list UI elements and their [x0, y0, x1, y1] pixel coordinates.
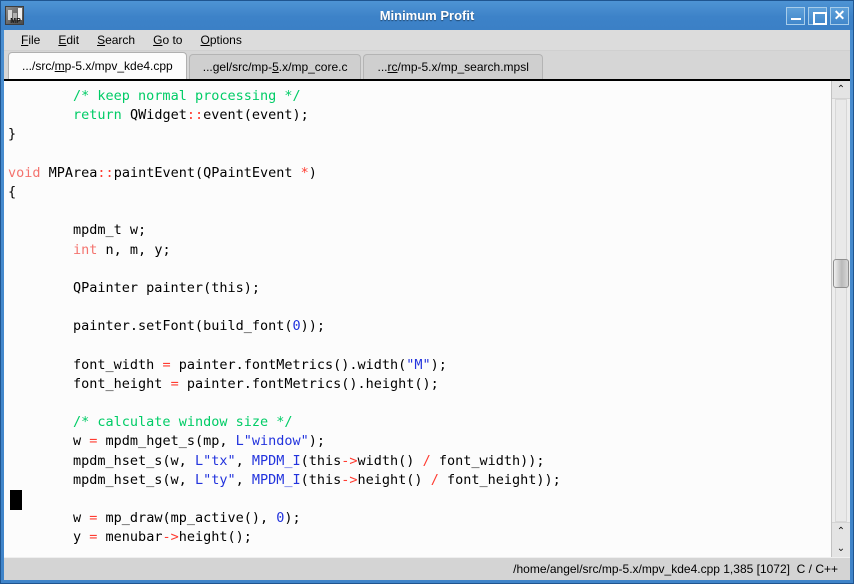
text-cursor — [10, 490, 22, 511]
code-token-str: "M" — [406, 356, 431, 373]
code-token-str: L"ty" — [194, 471, 236, 488]
menu-item-options[interactable]: Options — [191, 31, 250, 50]
code-token-op: * — [300, 164, 309, 181]
tab-bar: .../src/mp-5.x/mpv_kde4.cpp ...gel/src/mp… — [4, 51, 850, 79]
code-token-op: = — [89, 433, 98, 450]
app-icon[interactable]: MP — [5, 6, 24, 25]
code-line: QPainter painter(this); — [8, 279, 260, 296]
code-token-op: = — [162, 356, 171, 373]
code-token-kw: int — [73, 241, 98, 258]
text-editor[interactable]: /* keep normal processing */ return QWid… — [4, 81, 831, 557]
scrollbar-groove — [835, 99, 847, 522]
code-token-str: MPDM_I — [251, 471, 301, 488]
code-line: /* keep normal processing */ — [8, 87, 831, 106]
code-token-op: -> — [341, 452, 358, 469]
code-line: void MPArea::paintEvent(QPaintEvent *) — [8, 164, 317, 181]
code-token-op: / — [430, 471, 439, 488]
menu-item-go-to[interactable]: Go to — [144, 31, 191, 50]
code-token-kw: void — [8, 164, 41, 181]
code-line: y = menubar->height(); — [8, 529, 252, 546]
code-token-cmt: /* calculate window size */ — [73, 414, 293, 431]
client-area: File Edit Search Go to Options .../src/mp-5.… — [4, 30, 850, 580]
code-token-op: / — [422, 452, 431, 469]
code-line: w = mpdm_hget_s(mp, L"window"); — [8, 433, 326, 450]
code-token-num: 0 — [292, 318, 301, 335]
code-token-str: L"tx" — [194, 452, 236, 469]
code-line: { — [8, 183, 17, 200]
window-title: Minimum Profit — [379, 8, 475, 23]
close-icon[interactable]: ✕ — [830, 6, 849, 25]
status-bar: /home/angel/src/mp-5.x/mpv_kde4.cpp 1,38… — [4, 557, 850, 580]
code-line: w = mp_draw(mp_active(), 0); — [8, 510, 301, 527]
status-text: /home/angel/src/mp-5.x/mpv_kde4.cpp 1,38… — [513, 562, 838, 576]
minimize-button[interactable] — [786, 6, 805, 25]
vertical-scrollbar[interactable]: ⌃ ⌃ ⌄ — [831, 81, 850, 557]
menu-item-file[interactable]: File — [12, 31, 49, 50]
code-token-num: 0 — [276, 510, 285, 527]
scrollbar-thumb[interactable] — [833, 259, 849, 288]
scroll-down-button[interactable]: ⌄ — [832, 540, 850, 557]
code-line: } — [8, 126, 17, 143]
code-line: int n, m, y; — [73, 241, 171, 258]
code-line: font_height = painter.fontMetrics().heig… — [8, 375, 439, 392]
code-token-str: MPDM_I — [251, 452, 301, 469]
code-line: return QWidget::event(event); — [73, 107, 309, 124]
code-token-op: -> — [162, 529, 179, 546]
code-token-op: :: — [186, 107, 204, 124]
editor-tab-0[interactable]: .../src/mp-5.x/mpv_kde4.cpp — [8, 52, 187, 79]
code-token-str: L"window" — [235, 433, 309, 450]
editor-tab-1[interactable]: ...gel/src/mp-5.x/mp_core.c — [188, 54, 362, 79]
app-icon-label: MP — [10, 18, 21, 25]
scroll-up-button[interactable]: ⌃ — [832, 81, 850, 98]
editor-region: /* keep normal processing */ return QWid… — [4, 79, 850, 557]
code-line: font_width = painter.fontMetrics().width… — [8, 356, 447, 373]
code-token-cmt: /* keep normal processing */ — [73, 88, 301, 104]
code-line: mpdm_hset_s(w, L"tx", MPDM_I(this->width… — [8, 452, 545, 469]
code-line: /* calculate window size */ — [8, 413, 831, 432]
menu-item-search[interactable]: Search — [88, 31, 144, 50]
application-window: MP Minimum Profit ✕ File Edit Search Go to O… — [0, 0, 854, 584]
code-token-ret: return — [73, 107, 122, 124]
title-bar[interactable]: MP Minimum Profit ✕ — [1, 1, 853, 30]
code-token-op: :: — [97, 164, 114, 181]
code-token-op: = — [89, 510, 98, 527]
code-token-op: -> — [341, 471, 358, 488]
window-controls: ✕ — [786, 1, 849, 30]
maximize-button[interactable] — [808, 6, 827, 25]
editor-tab-2[interactable]: ...rc/mp-5.x/mp_search.mpsl — [363, 54, 543, 79]
menu-bar: File Edit Search Go to Options — [4, 30, 850, 51]
code-content[interactable]: /* keep normal processing */ return QWid… — [4, 87, 831, 548]
code-line: mpdm_hset_s(w, L"ty", MPDM_I(this->heigh… — [8, 471, 561, 488]
scrollbar-track[interactable] — [832, 98, 850, 523]
scroll-up-button-bottom[interactable]: ⌃ — [832, 523, 850, 540]
code-token-op: = — [89, 529, 98, 546]
scrollbar-button-pair: ⌃ ⌄ — [832, 523, 850, 557]
code-line: mpdm_t w; — [8, 222, 147, 239]
code-line: painter.setFont(build_font(0)); — [8, 318, 326, 335]
code-token-op: = — [170, 375, 179, 392]
menu-item-edit[interactable]: Edit — [49, 31, 88, 50]
